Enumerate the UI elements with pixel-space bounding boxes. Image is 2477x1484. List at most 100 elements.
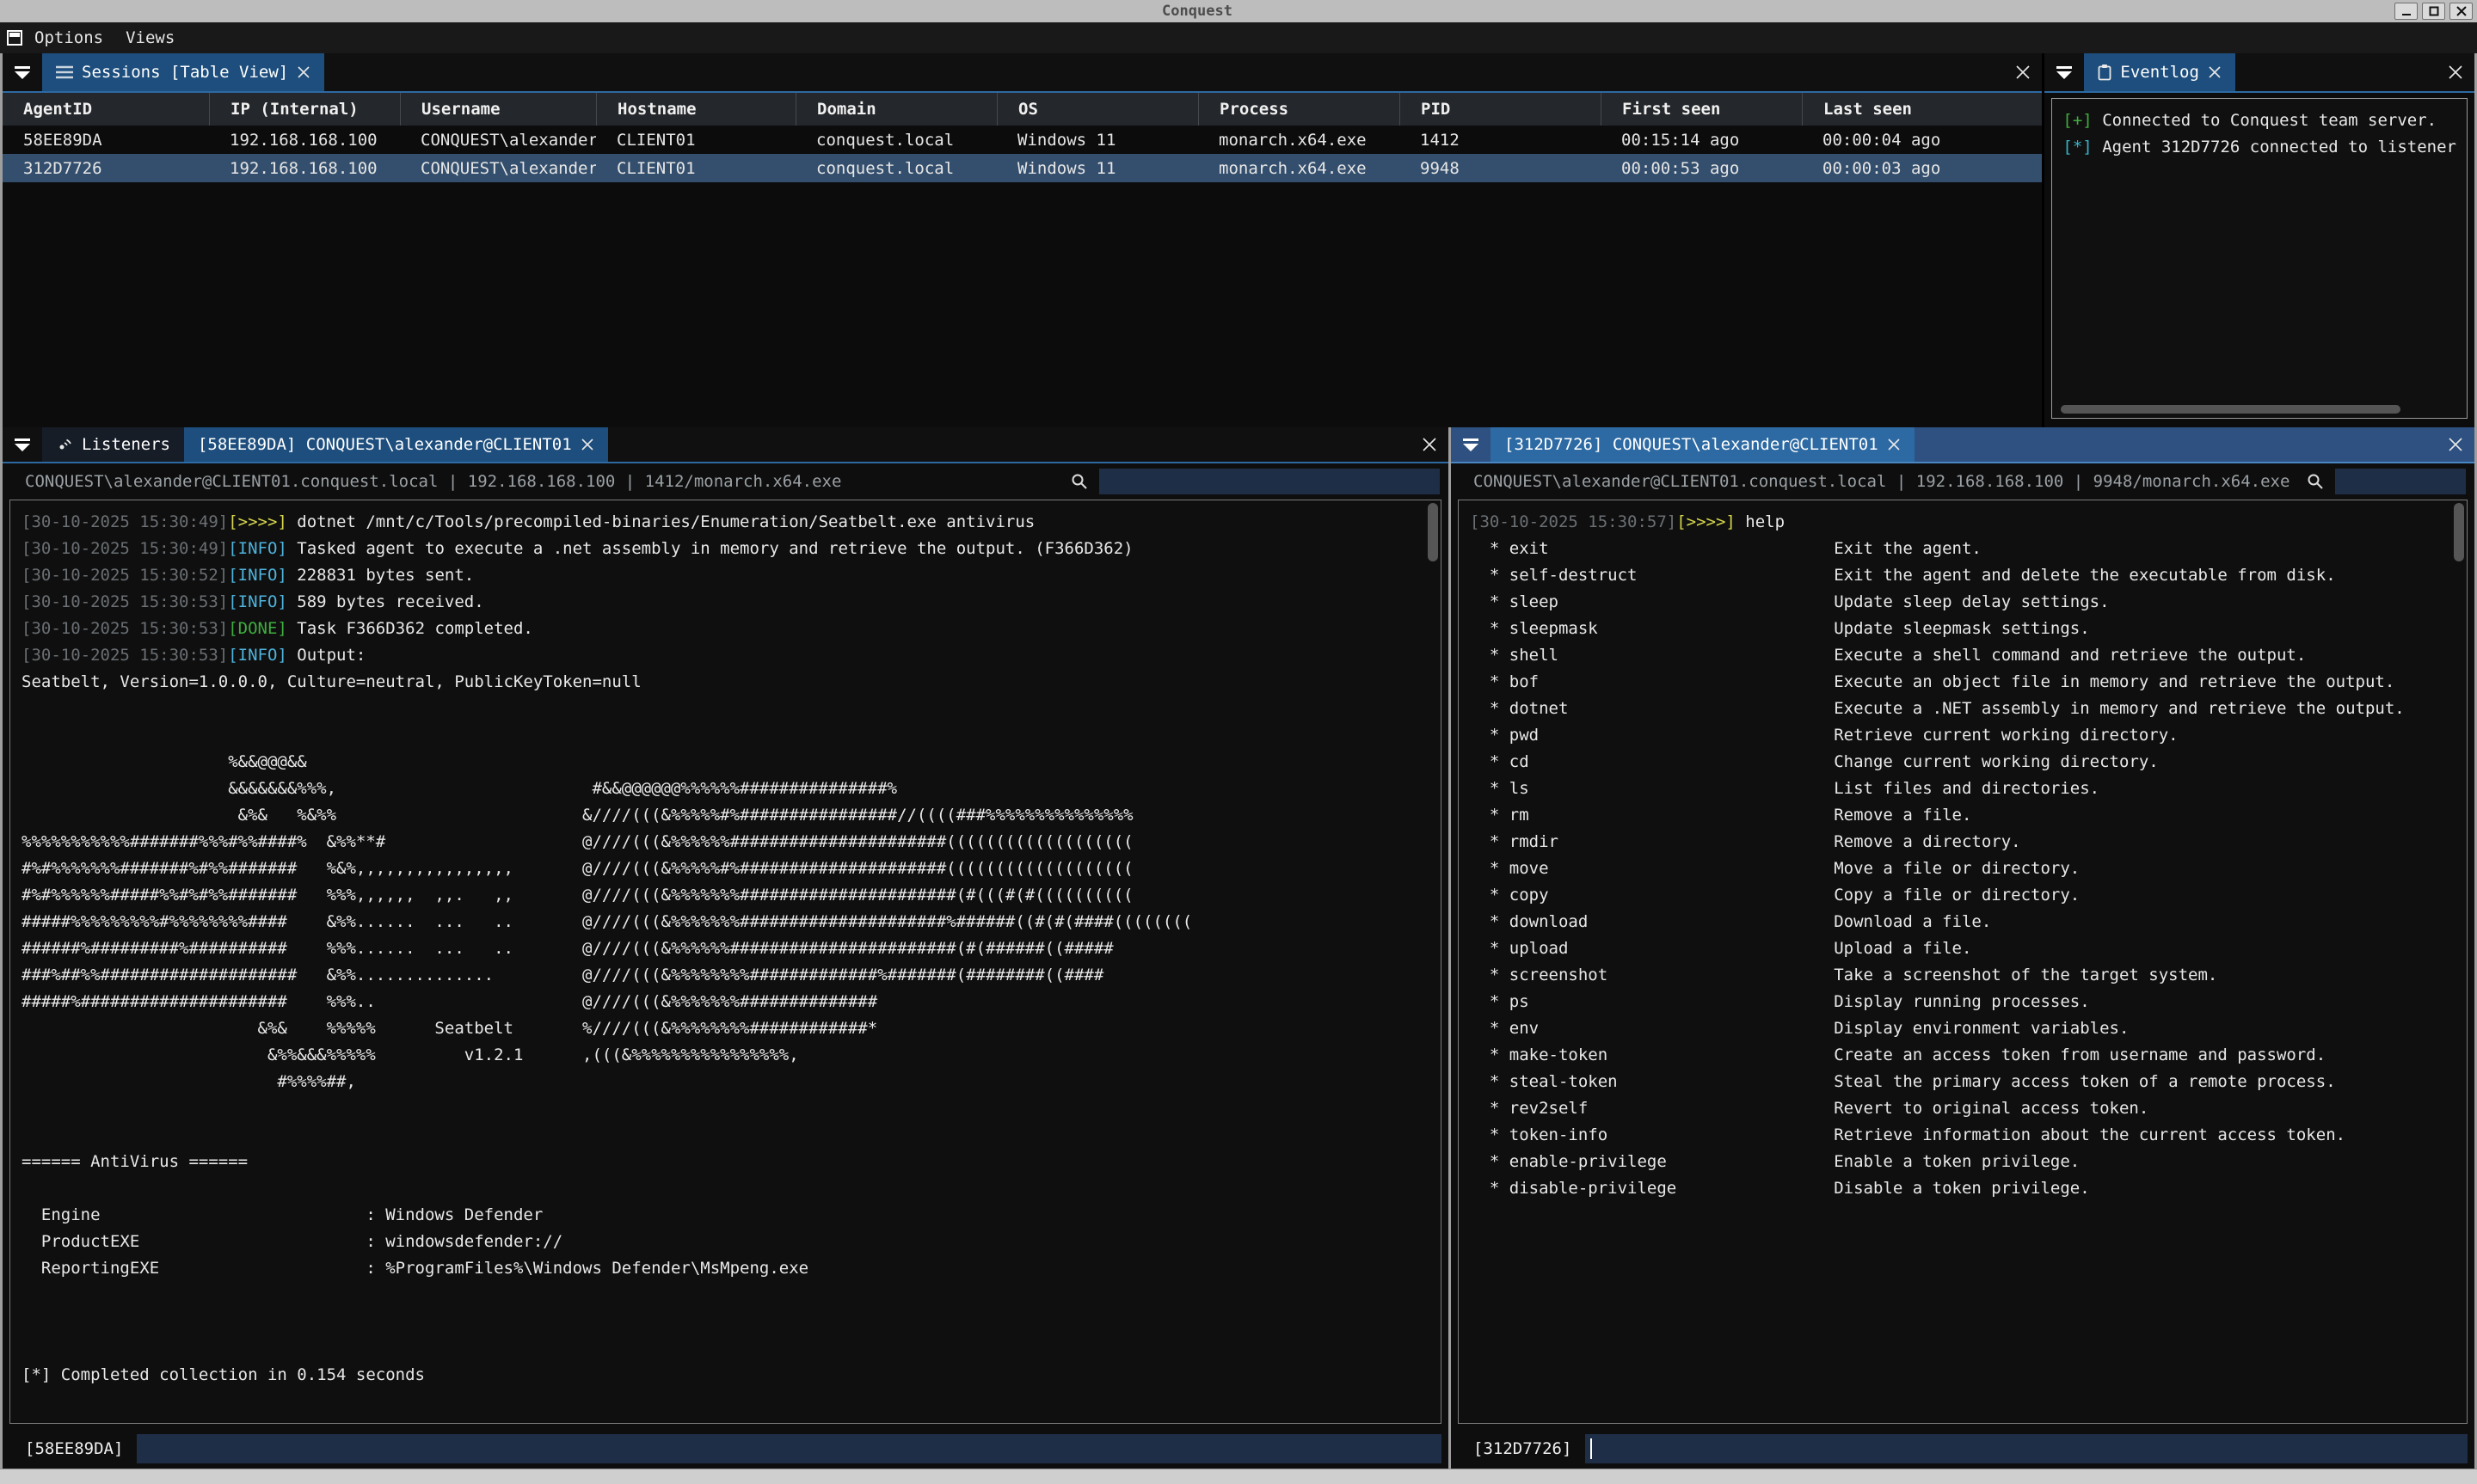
close-tab-icon[interactable] bbox=[297, 65, 310, 79]
terminal-line: * disable-privilege Disable a token priv… bbox=[1470, 1175, 2467, 1202]
minimize-button[interactable] bbox=[2394, 3, 2418, 20]
agent-console-312D7726: [312D7726] CONQUEST\alexander@CLIENT01 C… bbox=[1451, 427, 2474, 1469]
table-row[interactable]: 312D7726192.168.168.100CONQUEST\alexande… bbox=[3, 154, 2042, 182]
chevron-down-icon bbox=[15, 66, 30, 79]
search-input[interactable] bbox=[1099, 469, 1440, 494]
column-header[interactable]: PID bbox=[1399, 93, 1601, 126]
table-cell: CLIENT01 bbox=[596, 131, 796, 150]
column-header[interactable]: Domain bbox=[796, 93, 997, 126]
maximize-button[interactable] bbox=[2422, 3, 2445, 20]
terminal-line: #%%%%##, bbox=[22, 1069, 1441, 1095]
command-input[interactable] bbox=[1585, 1434, 2468, 1463]
minimize-icon bbox=[2401, 6, 2412, 16]
close-tab-icon[interactable] bbox=[581, 438, 594, 451]
terminal-line: ====== AntiVirus ====== bbox=[22, 1149, 1441, 1175]
console-panel-close[interactable] bbox=[1411, 427, 1448, 462]
window-resize-edge bbox=[0, 1469, 2477, 1484]
table-cell: Windows 11 bbox=[997, 159, 1198, 178]
close-icon bbox=[1422, 437, 1437, 452]
column-header[interactable]: Last seen bbox=[1802, 93, 2042, 126]
tab-agent-58EE89DA[interactable]: [58EE89DA] CONQUEST\alexander@CLIENT01 bbox=[184, 427, 608, 462]
column-header[interactable]: AgentID bbox=[3, 93, 209, 126]
column-header[interactable]: IP (Internal) bbox=[209, 93, 400, 126]
terminal-line: * cd Change current working directory. bbox=[1470, 749, 2467, 776]
terminal-line: [30-10-2025 15:30:49][INFO] Tasked agent… bbox=[22, 536, 1441, 562]
close-tab-icon[interactable] bbox=[1887, 438, 1901, 451]
menubar: Options Views bbox=[0, 22, 2477, 53]
terminal-line: ###%##%%#################### &%%........… bbox=[22, 962, 1441, 989]
terminal-line bbox=[22, 1122, 1441, 1149]
sessions-panel-close[interactable] bbox=[2004, 53, 2042, 91]
text-cursor bbox=[1590, 1438, 1592, 1459]
eventlog-tab-dropdown[interactable] bbox=[2044, 53, 2084, 91]
search-input[interactable] bbox=[2335, 469, 2466, 494]
table-row[interactable]: 58EE89DA192.168.168.100CONQUEST\alexande… bbox=[3, 126, 2042, 154]
terminal-line bbox=[22, 1309, 1441, 1335]
maximize-icon bbox=[2429, 6, 2439, 16]
agent-status-line: CONQUEST\alexander@CLIENT01.conquest.loc… bbox=[1473, 472, 2290, 491]
terminal-line bbox=[22, 722, 1441, 749]
terminal-line: [30-10-2025 15:30:52][INFO] 228831 bytes… bbox=[22, 562, 1441, 589]
terminal-line bbox=[22, 1095, 1441, 1122]
terminal-line: [30-10-2025 15:30:53][DONE] Task F366D36… bbox=[22, 616, 1441, 642]
table-cell: Windows 11 bbox=[997, 131, 1198, 150]
table-cell: 1412 bbox=[1399, 131, 1601, 150]
agent-console-58EE89DA: Listeners [58EE89DA] CONQUEST\alexander@… bbox=[3, 427, 1448, 1469]
tab-eventlog-label: Eventlog bbox=[2120, 63, 2199, 82]
column-header[interactable]: OS bbox=[997, 93, 1198, 126]
table-cell: 00:00:04 ago bbox=[1802, 131, 2042, 150]
app-icon bbox=[7, 30, 22, 46]
tab-listeners[interactable]: Listeners bbox=[42, 427, 184, 462]
terminal-output[interactable]: [30-10-2025 15:30:49][>>>>] dotnet /mnt/… bbox=[9, 500, 1441, 1424]
chevron-down-icon bbox=[2056, 66, 2072, 79]
table-cell: 9948 bbox=[1399, 159, 1601, 178]
column-header[interactable]: First seen bbox=[1601, 93, 1802, 126]
prompt-label: [58EE89DA] bbox=[25, 1439, 123, 1458]
broadcast-icon bbox=[56, 436, 73, 453]
chevron-down-icon bbox=[15, 438, 30, 451]
tab-agent-312D7726[interactable]: [312D7726] CONQUEST\alexander@CLIENT01 bbox=[1491, 427, 1915, 462]
sessions-table-header: AgentIDIP (Internal)UsernameHostnameDoma… bbox=[3, 93, 2042, 126]
search-icon[interactable] bbox=[2306, 472, 2325, 491]
column-header[interactable]: Username bbox=[400, 93, 596, 126]
close-icon bbox=[2448, 64, 2463, 80]
search-icon[interactable] bbox=[1070, 472, 1089, 491]
terminal-line: * rev2self Revert to original access tok… bbox=[1470, 1095, 2467, 1122]
terminal-line bbox=[22, 696, 1441, 722]
vertical-scrollbar[interactable] bbox=[2454, 503, 2464, 561]
sessions-tab-dropdown[interactable] bbox=[3, 53, 42, 91]
close-window-button[interactable] bbox=[2449, 3, 2473, 20]
eventlog-panel-close[interactable] bbox=[2437, 53, 2474, 91]
vertical-scrollbar[interactable] bbox=[1428, 503, 1438, 561]
terminal-line: #%#%%%%%%%#######%#%%####### %&%,,,,,,,,… bbox=[22, 855, 1441, 882]
table-cell: conquest.local bbox=[796, 131, 997, 150]
menu-views[interactable]: Views bbox=[126, 28, 175, 47]
terminal-line: * bof Execute an object file in memory a… bbox=[1470, 669, 2467, 696]
terminal-line: * ls List files and directories. bbox=[1470, 776, 2467, 802]
command-input[interactable] bbox=[137, 1434, 1441, 1463]
terminal-line: [30-10-2025 15:30:53][INFO] Output: bbox=[22, 642, 1441, 669]
horizontal-scrollbar[interactable] bbox=[2061, 405, 2400, 414]
column-header[interactable]: Hostname bbox=[596, 93, 796, 126]
close-tab-icon[interactable] bbox=[2208, 65, 2222, 79]
menu-options[interactable]: Options bbox=[34, 28, 103, 47]
terminal-line: * steal-token Steal the primary access t… bbox=[1470, 1069, 2467, 1095]
console-panel-close[interactable] bbox=[2437, 427, 2474, 462]
tab-sessions[interactable]: Sessions [Table View] bbox=[42, 53, 324, 91]
terminal-line: [30-10-2025 15:30:57][>>>>] help bbox=[1470, 509, 2467, 536]
terminal-line: * ps Display running processes. bbox=[1470, 989, 2467, 1015]
terminal-line bbox=[22, 1282, 1441, 1309]
table-cell: CONQUEST\alexander bbox=[400, 131, 596, 150]
terminal-line: * download Download a file. bbox=[1470, 909, 2467, 935]
chevron-down-icon bbox=[1463, 438, 1478, 451]
terminal-line: [30-10-2025 15:30:49][>>>>] dotnet /mnt/… bbox=[22, 509, 1441, 536]
terminal-line: &%& %%%%% Seatbelt %////(((&%%%%%%%%####… bbox=[22, 1015, 1441, 1042]
column-header[interactable]: Process bbox=[1198, 93, 1399, 126]
terminal-line: * exit Exit the agent. bbox=[1470, 536, 2467, 562]
terminal-line: &%%&&&%%%%% v1.2.1 ,(((&%%%%%%%%%%%%%%%%… bbox=[22, 1042, 1441, 1069]
terminal-output[interactable]: [30-10-2025 15:30:57][>>>>] help * exit … bbox=[1458, 500, 2468, 1424]
console-tab-dropdown[interactable] bbox=[1451, 427, 1491, 462]
console-tab-dropdown[interactable] bbox=[3, 427, 42, 462]
tab-eventlog[interactable]: Eventlog bbox=[2084, 53, 2235, 91]
terminal-line: ProductEXE : windowsdefender:// bbox=[22, 1229, 1441, 1255]
